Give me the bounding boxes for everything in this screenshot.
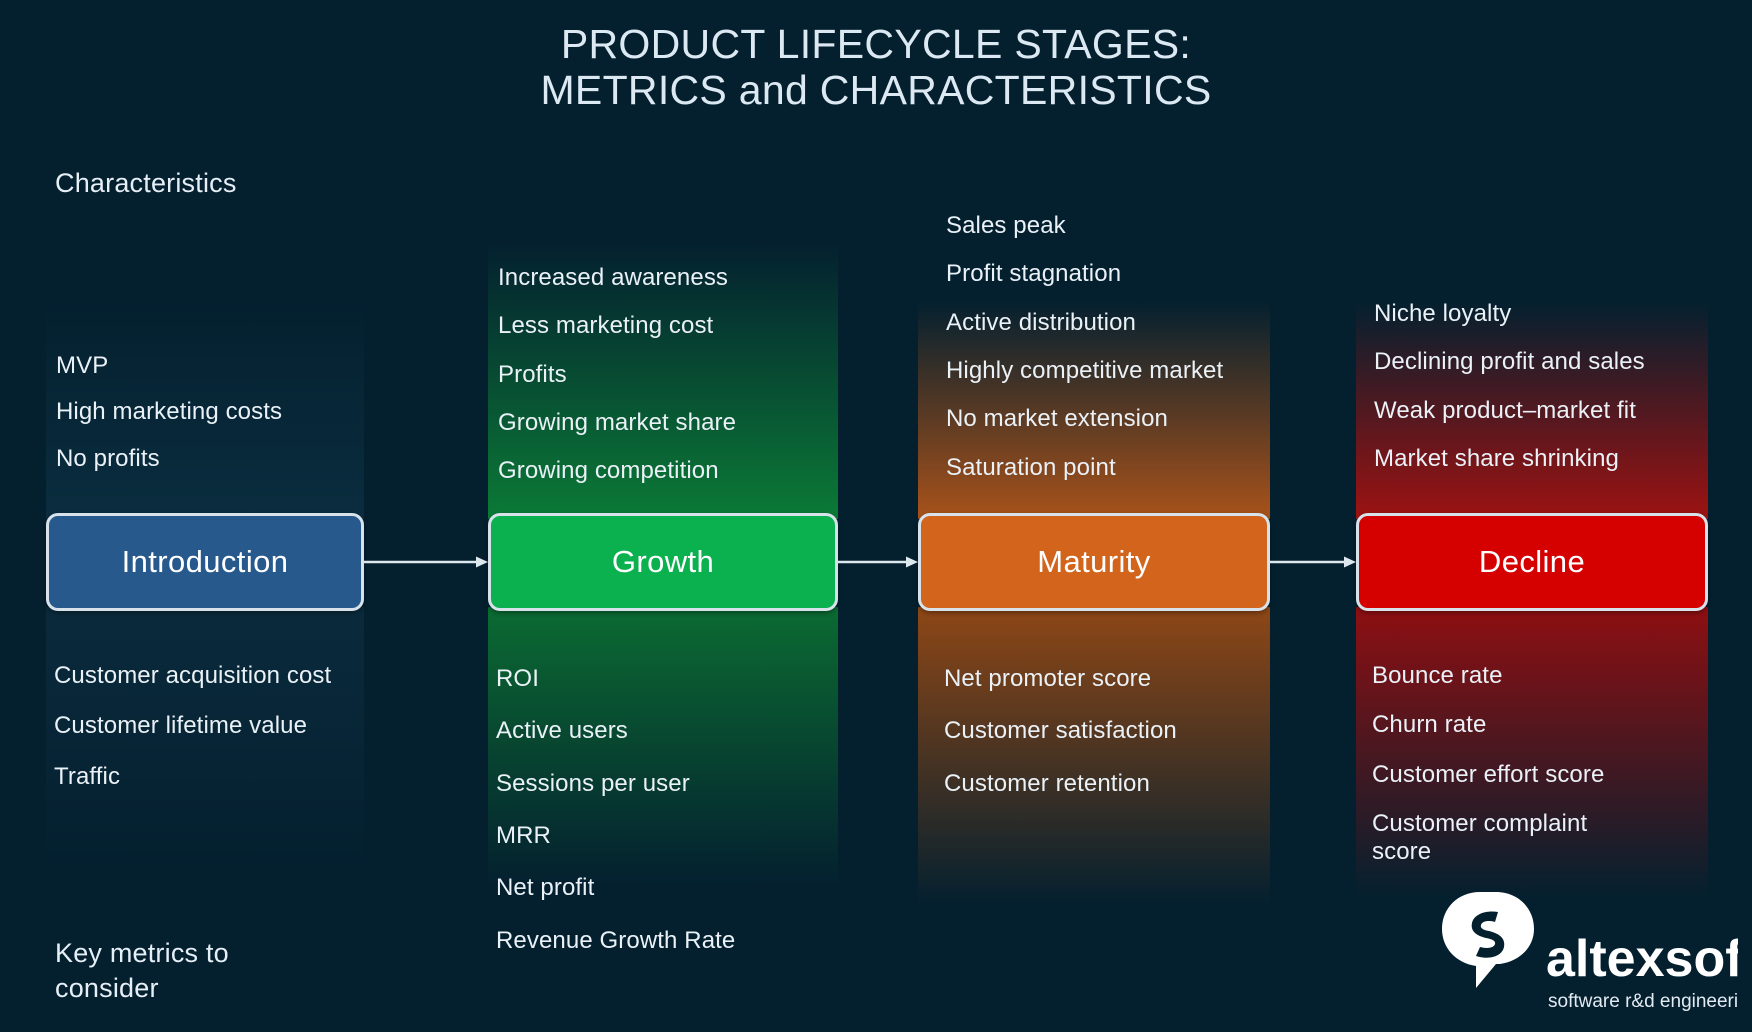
characteristic-item: No market extension xyxy=(946,405,1169,433)
metric-item: Net profit xyxy=(496,874,595,902)
metric-item: Bounce rate xyxy=(1372,662,1503,689)
characteristic-item: Profit stagnation xyxy=(946,260,1122,288)
stage-column-maturity: Sales peak Profit stagnation Active distri… xyxy=(918,0,1270,1032)
characteristic-item: Saturation point xyxy=(946,453,1116,481)
characteristics-list-decline: Niche loyalty Declining profit and sales W… xyxy=(1356,300,1708,493)
metrics-list-growth: ROI Active users Sessions per user MRR Net p… xyxy=(488,665,838,979)
logo-tagline: software r&d engineering xyxy=(1548,991,1738,1012)
characteristic-item: Sales peak xyxy=(946,212,1066,239)
characteristic-item: High marketing costs xyxy=(56,398,283,426)
metric-item: Customer lifetime value xyxy=(54,712,308,740)
stage-box-introduction[interactable]: Introduction xyxy=(46,513,364,611)
altexsoft-logo: altexsoft software r&d engineering xyxy=(1438,890,1752,1018)
characteristic-item: MVP xyxy=(56,352,109,379)
arrow-maturity-to-decline xyxy=(1270,555,1356,569)
stage-box-growth[interactable]: Growth xyxy=(488,513,838,611)
metrics-list-introduction: Customer acquisition cost Customer lifeti… xyxy=(46,662,364,813)
metric-item: Customer complaint score xyxy=(1372,809,1588,866)
arrow-introduction-to-growth xyxy=(364,555,488,569)
stage-box-label: Growth xyxy=(611,544,715,579)
metric-item: Sessions per user xyxy=(496,769,690,797)
characteristic-item: No profits xyxy=(56,444,160,472)
logo-wordmark: altexsoft xyxy=(1546,930,1738,988)
stage-box-decline[interactable]: Decline xyxy=(1356,513,1708,611)
stage-column-growth: Increased awareness Less marketing cost Pr… xyxy=(488,0,838,1032)
metric-item: Customer effort score xyxy=(1372,760,1605,788)
characteristic-item: Less marketing cost xyxy=(498,312,714,340)
metric-item: Net promoter score xyxy=(944,665,1152,692)
characteristic-item: Declining profit and sales xyxy=(1374,348,1645,376)
diagram-canvas: PRODUCT LIFECYCLE STAGES: METRICS and CH… xyxy=(0,0,1752,1032)
metric-item: Customer satisfaction xyxy=(944,717,1177,745)
stage-box-maturity[interactable]: Maturity xyxy=(918,513,1270,611)
metric-item: Customer acquisition cost xyxy=(54,662,332,689)
metric-item: Customer retention xyxy=(944,769,1150,797)
characteristic-item: Niche loyalty xyxy=(1374,300,1512,327)
metrics-list-decline: Bounce rate Churn rate Customer effort sco… xyxy=(1356,662,1708,888)
metric-item: Active users xyxy=(496,717,628,745)
metric-item: Revenue Growth Rate xyxy=(496,926,736,954)
characteristics-list-maturity: Sales peak Profit stagnation Active distri… xyxy=(918,212,1270,502)
characteristic-item: Highly competitive market xyxy=(946,356,1224,384)
stage-box-label: Introduction xyxy=(121,544,289,579)
metric-item: Churn rate xyxy=(1372,711,1487,739)
stage-column-decline: Niche loyalty Declining profit and sales W… xyxy=(1356,0,1708,1032)
characteristics-list-growth: Increased awareness Less marketing cost Pr… xyxy=(488,264,838,506)
characteristic-item: Growing market share xyxy=(498,408,737,436)
speech-bubble-icon xyxy=(1442,892,1534,988)
stage-box-label: Decline xyxy=(1478,544,1586,579)
metrics-list-maturity: Net promoter score Customer satisfaction C… xyxy=(918,665,1270,822)
stage-column-introduction: MVP High marketing costs No profits Custome… xyxy=(46,0,364,1032)
arrow-growth-to-maturity xyxy=(838,555,918,569)
metric-item: ROI xyxy=(496,665,539,692)
characteristic-item: Profits xyxy=(498,360,567,388)
metric-item: Traffic xyxy=(54,762,121,790)
characteristics-list-introduction: MVP High marketing costs No profits xyxy=(46,352,364,491)
characteristic-item: Increased awareness xyxy=(498,264,729,291)
characteristic-item: Growing competition xyxy=(498,457,719,485)
characteristic-item: Market share shrinking xyxy=(1374,444,1619,472)
metric-item: MRR xyxy=(496,821,551,849)
characteristic-item: Weak product–market fit xyxy=(1374,396,1636,424)
stage-box-label: Maturity xyxy=(1037,544,1151,579)
characteristic-item: Active distribution xyxy=(946,308,1136,336)
